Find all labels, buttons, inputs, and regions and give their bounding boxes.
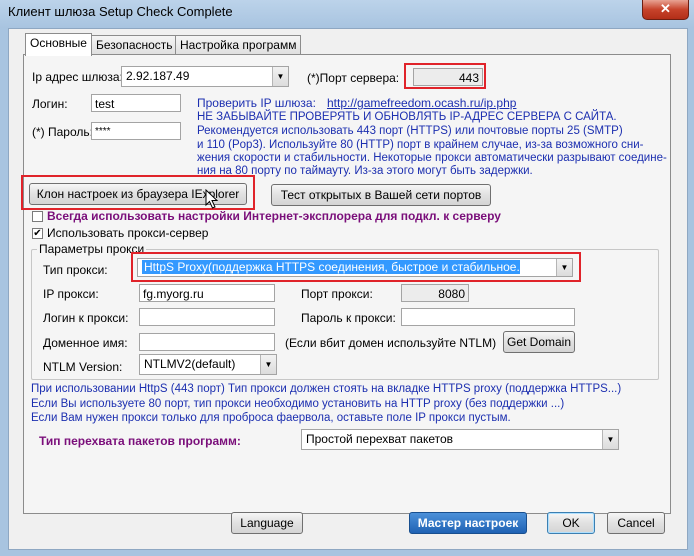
proxy-login-field[interactable] bbox=[139, 308, 275, 326]
proxy-password-field[interactable] bbox=[401, 308, 575, 326]
info-line-2: Если Вы используете 80 порт, тип прокси … bbox=[31, 398, 565, 410]
proxy-type-highlight-box bbox=[131, 252, 581, 282]
get-domain-button[interactable]: Get Domain bbox=[503, 331, 575, 353]
domain-label: Доменное имя: bbox=[43, 336, 128, 350]
language-button[interactable]: Language bbox=[231, 512, 303, 534]
notice-line-2: Рекомендуется использовать 443 порт (HTT… bbox=[197, 125, 623, 137]
proxy-password-label: Пароль к прокси: bbox=[301, 311, 396, 325]
tab-program-settings[interactable]: Настройка программ bbox=[175, 35, 302, 55]
password-label: (*) Пароль: bbox=[32, 125, 93, 139]
login-label: Логин: bbox=[32, 97, 68, 111]
gateway-ip-value: 2.92.187.49 bbox=[126, 69, 190, 83]
proxy-type-label: Тип прокси: bbox=[43, 263, 108, 277]
proxy-ip-label: IP прокси: bbox=[43, 287, 99, 301]
cancel-button[interactable]: Cancel bbox=[607, 512, 665, 534]
domain-hint: (Если вбит домен используйте NTLM) bbox=[285, 336, 497, 350]
chevron-down-icon[interactable]: ▼ bbox=[260, 355, 276, 374]
ntlm-label: NTLM Version: bbox=[43, 360, 123, 374]
proxy-port-label: Порт прокси: bbox=[301, 287, 373, 301]
intercept-combo[interactable]: Простой перехват пакетов ▼ bbox=[301, 429, 619, 450]
server-port-label: (*)Порт сервера: bbox=[307, 71, 400, 85]
ntlm-combo[interactable]: NTLMV2(default) ▼ bbox=[139, 354, 277, 375]
domain-field[interactable] bbox=[139, 333, 275, 351]
chevron-down-icon[interactable]: ▼ bbox=[272, 67, 288, 86]
use-proxy-checkbox[interactable]: ✔ bbox=[32, 228, 43, 239]
proxy-port-field[interactable]: 8080 bbox=[401, 284, 469, 302]
port-highlight-box bbox=[404, 63, 486, 89]
app-window: Клиент шлюза Setup Check Complete ✕ Осно… bbox=[0, 0, 694, 556]
ie-settings-label: Всегда использовать настройки Интернет-э… bbox=[47, 209, 501, 223]
checkmark-icon: ✔ bbox=[33, 228, 42, 239]
settings-wizard-button[interactable]: Мастер настроек bbox=[409, 512, 527, 534]
clone-highlight-box bbox=[21, 175, 255, 210]
window-title: Клиент шлюза Setup Check Complete bbox=[8, 4, 233, 19]
title-bar[interactable]: Клиент шлюза Setup Check Complete ✕ bbox=[0, 0, 694, 24]
test-ports-button[interactable]: Тест открытых в Вашей сети портов bbox=[271, 184, 491, 206]
check-ip-label: Проверить IP шлюза: bbox=[197, 96, 316, 110]
info-line-1: При использовании HttpS (443 порт) Тип п… bbox=[31, 383, 622, 395]
intercept-value: Простой перехват пакетов bbox=[306, 432, 454, 446]
proxy-ip-field[interactable]: fg.myorg.ru bbox=[139, 284, 275, 302]
info-line-3: Если Вам нужен прокси только для проброс… bbox=[31, 412, 511, 424]
close-button[interactable]: ✕ bbox=[642, 0, 689, 20]
intercept-label: Тип перехвата пакетов программ: bbox=[39, 434, 241, 448]
gateway-ip-label: Ip адрес шлюза: bbox=[32, 70, 123, 84]
dialog-client: Основные Безопасность Настройка программ… bbox=[8, 28, 688, 550]
close-icon: ✕ bbox=[660, 1, 671, 16]
ie-settings-checkbox[interactable] bbox=[32, 211, 43, 222]
tab-security[interactable]: Безопасность bbox=[91, 35, 178, 55]
mouse-cursor-icon bbox=[205, 189, 219, 209]
use-proxy-label: Использовать прокси-сервер bbox=[47, 226, 209, 240]
gateway-ip-combo[interactable]: 2.92.187.49 ▼ bbox=[121, 66, 289, 87]
proxy-login-label: Логин к прокси: bbox=[43, 311, 129, 325]
notice-line-1: НЕ ЗАБЫВАЙТЕ ПРОВЕРЯТЬ И ОБНОВЛЯТЬ IP-АД… bbox=[197, 111, 617, 123]
proxy-group-label: Параметры прокси bbox=[37, 242, 147, 256]
notice-line-4: жения скорости и стабильности. Некоторые… bbox=[197, 152, 667, 164]
tab-main[interactable]: Основные bbox=[25, 33, 92, 56]
check-ip-link[interactable]: http://gamefreedom.ocash.ru/ip.php bbox=[327, 96, 516, 110]
password-field[interactable]: **** bbox=[91, 122, 181, 140]
ok-button[interactable]: OK bbox=[547, 512, 595, 534]
notice-line-3: и 110 (Pop3). Используйте 80 (HTTP) порт… bbox=[197, 139, 644, 151]
login-field[interactable]: test bbox=[91, 94, 181, 112]
ntlm-value: NTLMV2(default) bbox=[144, 357, 236, 371]
chevron-down-icon[interactable]: ▼ bbox=[602, 430, 618, 449]
